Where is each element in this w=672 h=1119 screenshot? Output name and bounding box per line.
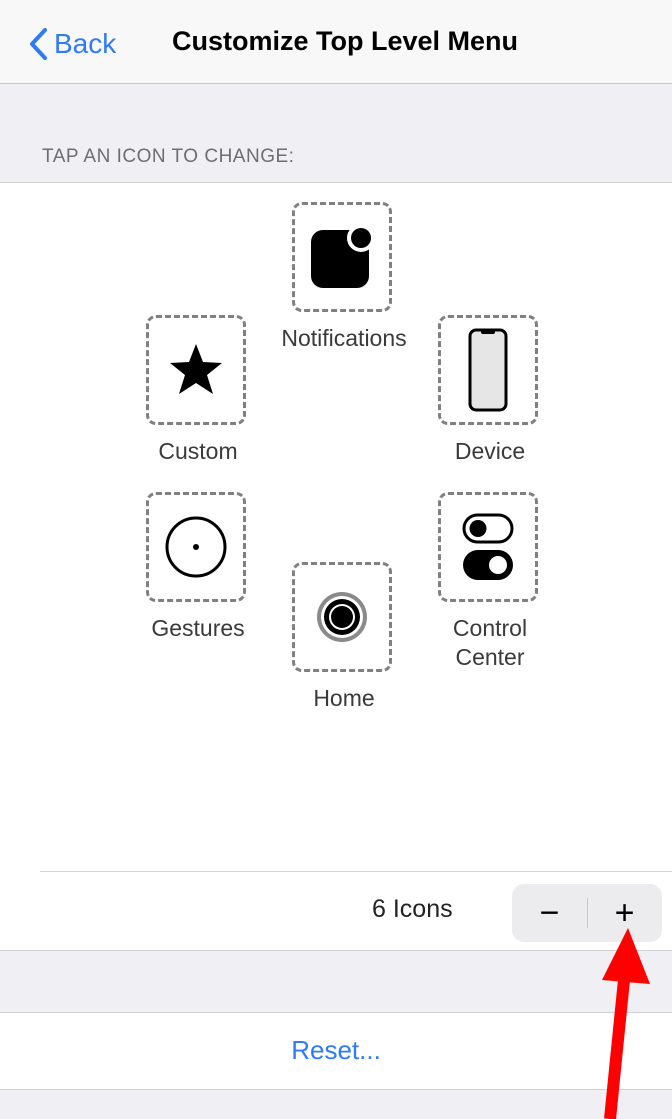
menu-icons-card: Notifications Custom Device Gestures Con…: [0, 182, 672, 951]
annotation-arrow-icon: [602, 928, 650, 1119]
star-icon: [170, 344, 222, 394]
slot-home[interactable]: Home: [292, 562, 396, 711]
slot-label-gestures: Gestures: [151, 615, 245, 641]
chevron-left-icon: [30, 28, 47, 60]
slot-notifications[interactable]: Notifications: [281, 202, 407, 351]
section-header: TAP AN ICON TO CHANGE:: [42, 146, 295, 167]
icon-count-label: 6 Icons: [372, 895, 453, 923]
back-button[interactable]: Back: [28, 24, 116, 64]
phone-device-icon: [468, 328, 508, 412]
slot-device[interactable]: Device: [438, 315, 542, 464]
slot-custom[interactable]: Custom: [146, 315, 250, 464]
slot-label-control-center: Control Center: [452, 615, 528, 670]
divider: [40, 871, 672, 872]
notification-badge-icon: [311, 224, 375, 288]
slot-control-center[interactable]: Control Center: [438, 492, 542, 670]
home-button-icon: [317, 592, 367, 642]
slot-label-device: Device: [454, 438, 526, 464]
slot-label-custom: Custom: [158, 438, 238, 464]
slot-label-notifications: Notifications: [281, 325, 407, 351]
page-title: Customize Top Level Menu: [172, 26, 519, 56]
slot-label-home: Home: [313, 685, 375, 711]
toggle-switches-icon: [462, 513, 514, 580]
gestures-circle-icon: [165, 516, 227, 578]
slot-gestures[interactable]: Gestures: [146, 492, 250, 641]
navigation-bar: Back Customize Top Level Menu: [0, 0, 672, 84]
back-label: Back: [54, 28, 117, 59]
